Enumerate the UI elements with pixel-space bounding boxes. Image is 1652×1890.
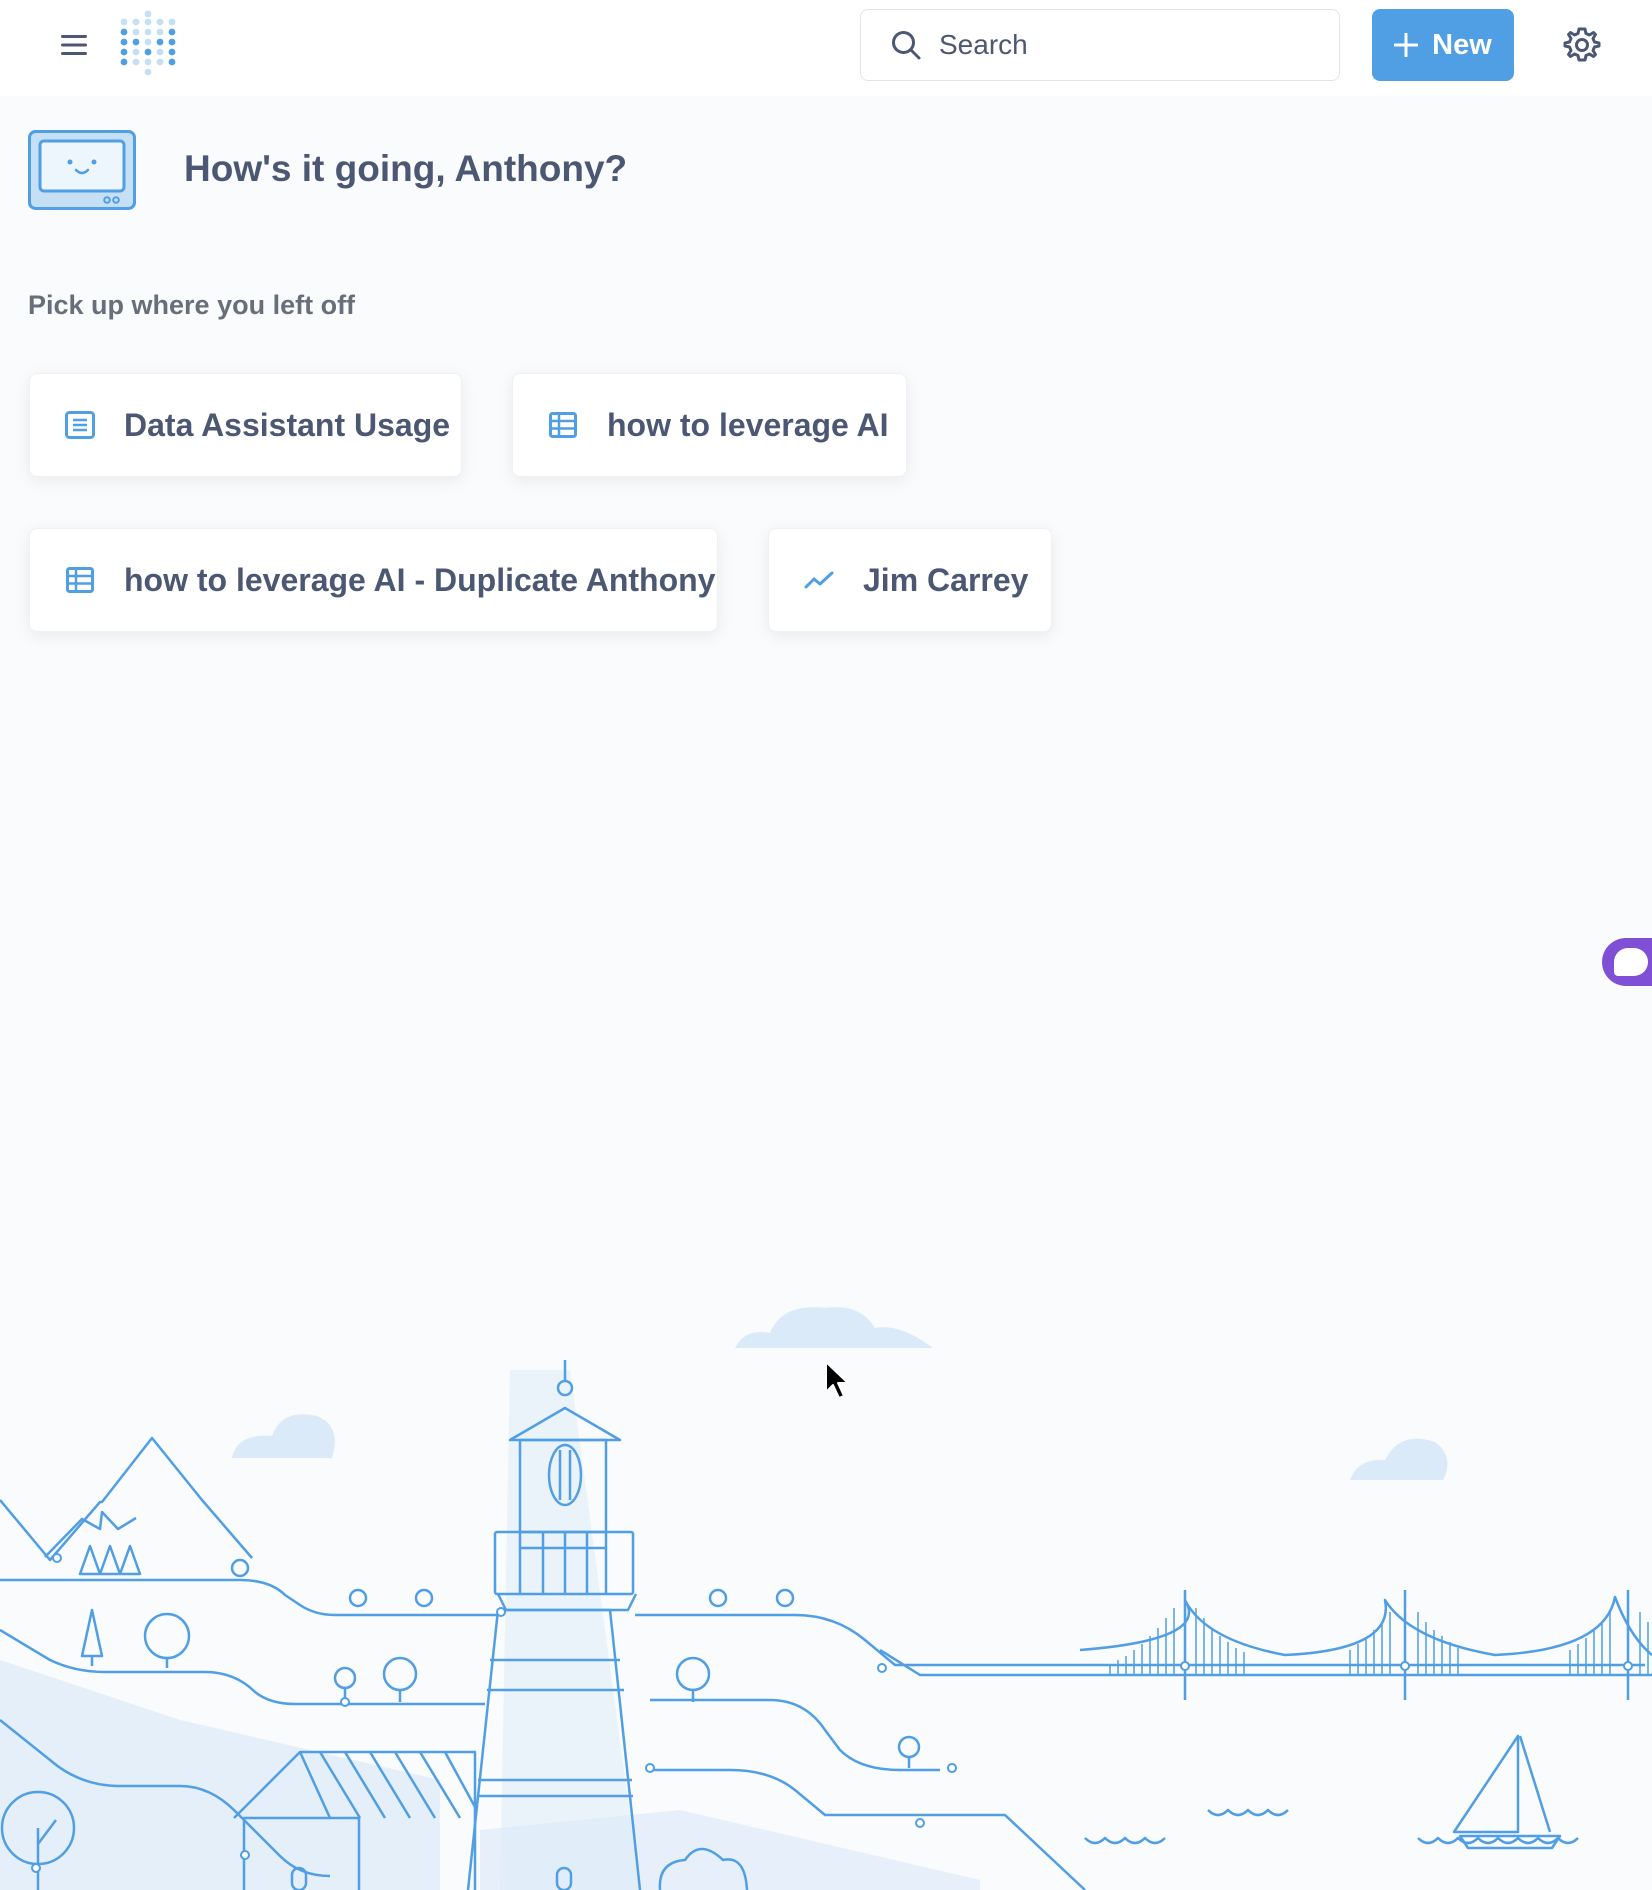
top-navbar: New	[0, 0, 1652, 96]
new-button[interactable]: New	[1372, 9, 1514, 81]
search-input[interactable]	[939, 29, 1299, 61]
search-bar[interactable]	[860, 9, 1340, 81]
recent-card-label: how to leverage AI	[607, 406, 889, 443]
chat-bubble-icon	[1614, 948, 1648, 976]
recents-title: Pick up where you left off	[28, 290, 356, 320]
new-button-label: New	[1432, 28, 1492, 61]
line-chart-icon	[804, 571, 834, 589]
document-icon	[65, 411, 95, 439]
greeting-robot-icon	[28, 130, 136, 210]
plus-icon	[1394, 33, 1419, 57]
table-icon	[549, 412, 577, 438]
logo-icon[interactable]	[118, 10, 178, 82]
recent-card-how-to-leverage-ai-duplicate[interactable]: how to leverage AI - Duplicate Anthony	[29, 528, 718, 632]
recent-card-data-assistant-usage[interactable]: Data Assistant Usage	[29, 373, 462, 477]
sidebar-toggle-button[interactable]	[54, 25, 94, 65]
recent-card-label: Jim Carrey	[863, 561, 1029, 598]
table-icon	[66, 567, 94, 593]
search-icon	[892, 31, 921, 60]
chat-widget-tab[interactable]	[1602, 938, 1652, 986]
recent-card-label: Data Assistant Usage	[124, 406, 451, 443]
recent-card-jim-carrey[interactable]: Jim Carrey	[768, 528, 1052, 632]
mouse-cursor-icon	[825, 1361, 849, 1399]
greeting-text: How's it going, Anthony?	[184, 148, 628, 189]
gear-icon[interactable]	[1562, 25, 1602, 65]
recent-card-how-to-leverage-ai[interactable]: how to leverage AI	[512, 373, 907, 477]
recent-card-label: how to leverage AI - Duplicate Anthony	[124, 561, 716, 598]
hamburger-icon	[61, 35, 87, 55]
